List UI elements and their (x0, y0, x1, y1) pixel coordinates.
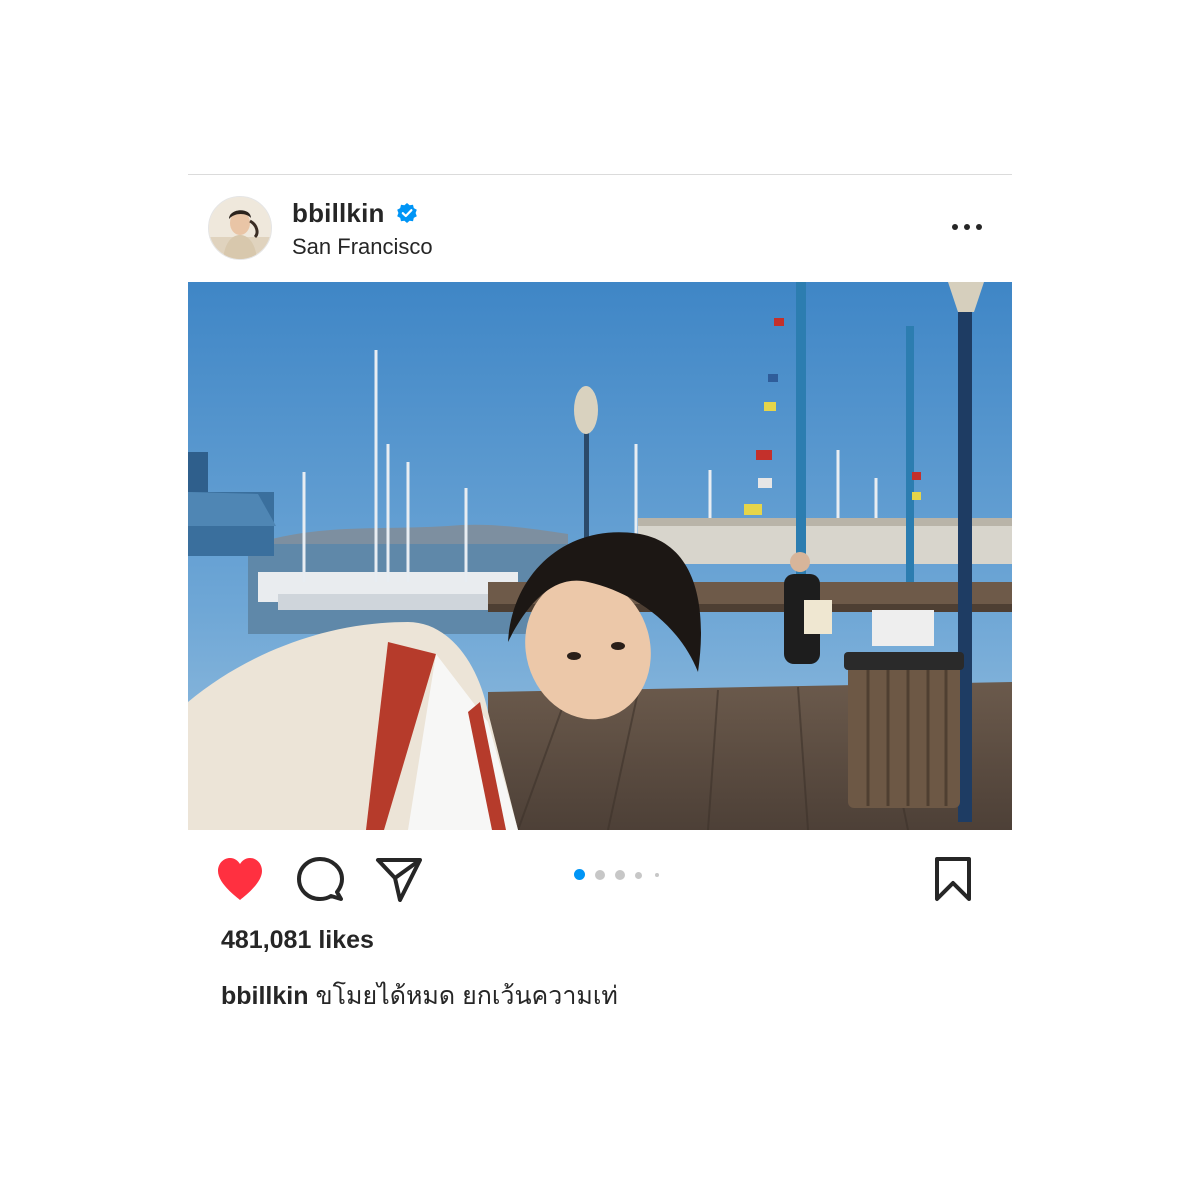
bookmark-icon[interactable] (930, 856, 976, 902)
top-divider (188, 174, 1012, 175)
post-photo[interactable] (188, 282, 1012, 830)
carousel-dot (655, 873, 659, 877)
heart-filled-icon[interactable] (215, 856, 265, 902)
location-link[interactable]: San Francisco (292, 234, 433, 260)
carousel-dot (595, 870, 605, 880)
paper-plane-icon[interactable] (374, 856, 424, 902)
post-header: bbillkin San Francisco (188, 186, 1012, 272)
post-actions (188, 846, 1012, 910)
likes-count[interactable]: 481,081 likes (221, 926, 374, 955)
username[interactable]: bbillkin (292, 198, 385, 229)
carousel-dot (635, 872, 642, 879)
verified-badge-icon (397, 203, 417, 223)
comment-bubble-icon[interactable] (295, 856, 345, 902)
more-horizontal-icon[interactable] (950, 216, 984, 238)
carousel-dot (615, 870, 625, 880)
caption-text: ขโมยได้หมด ยกเว้นความเท่ (315, 982, 618, 1010)
caption-username[interactable]: bbillkin (221, 982, 309, 1010)
carousel-dot (574, 869, 585, 880)
avatar[interactable] (208, 196, 272, 260)
post-caption: bbillkin ขโมยได้หมด ยกเว้นความเท่ (221, 976, 618, 1016)
